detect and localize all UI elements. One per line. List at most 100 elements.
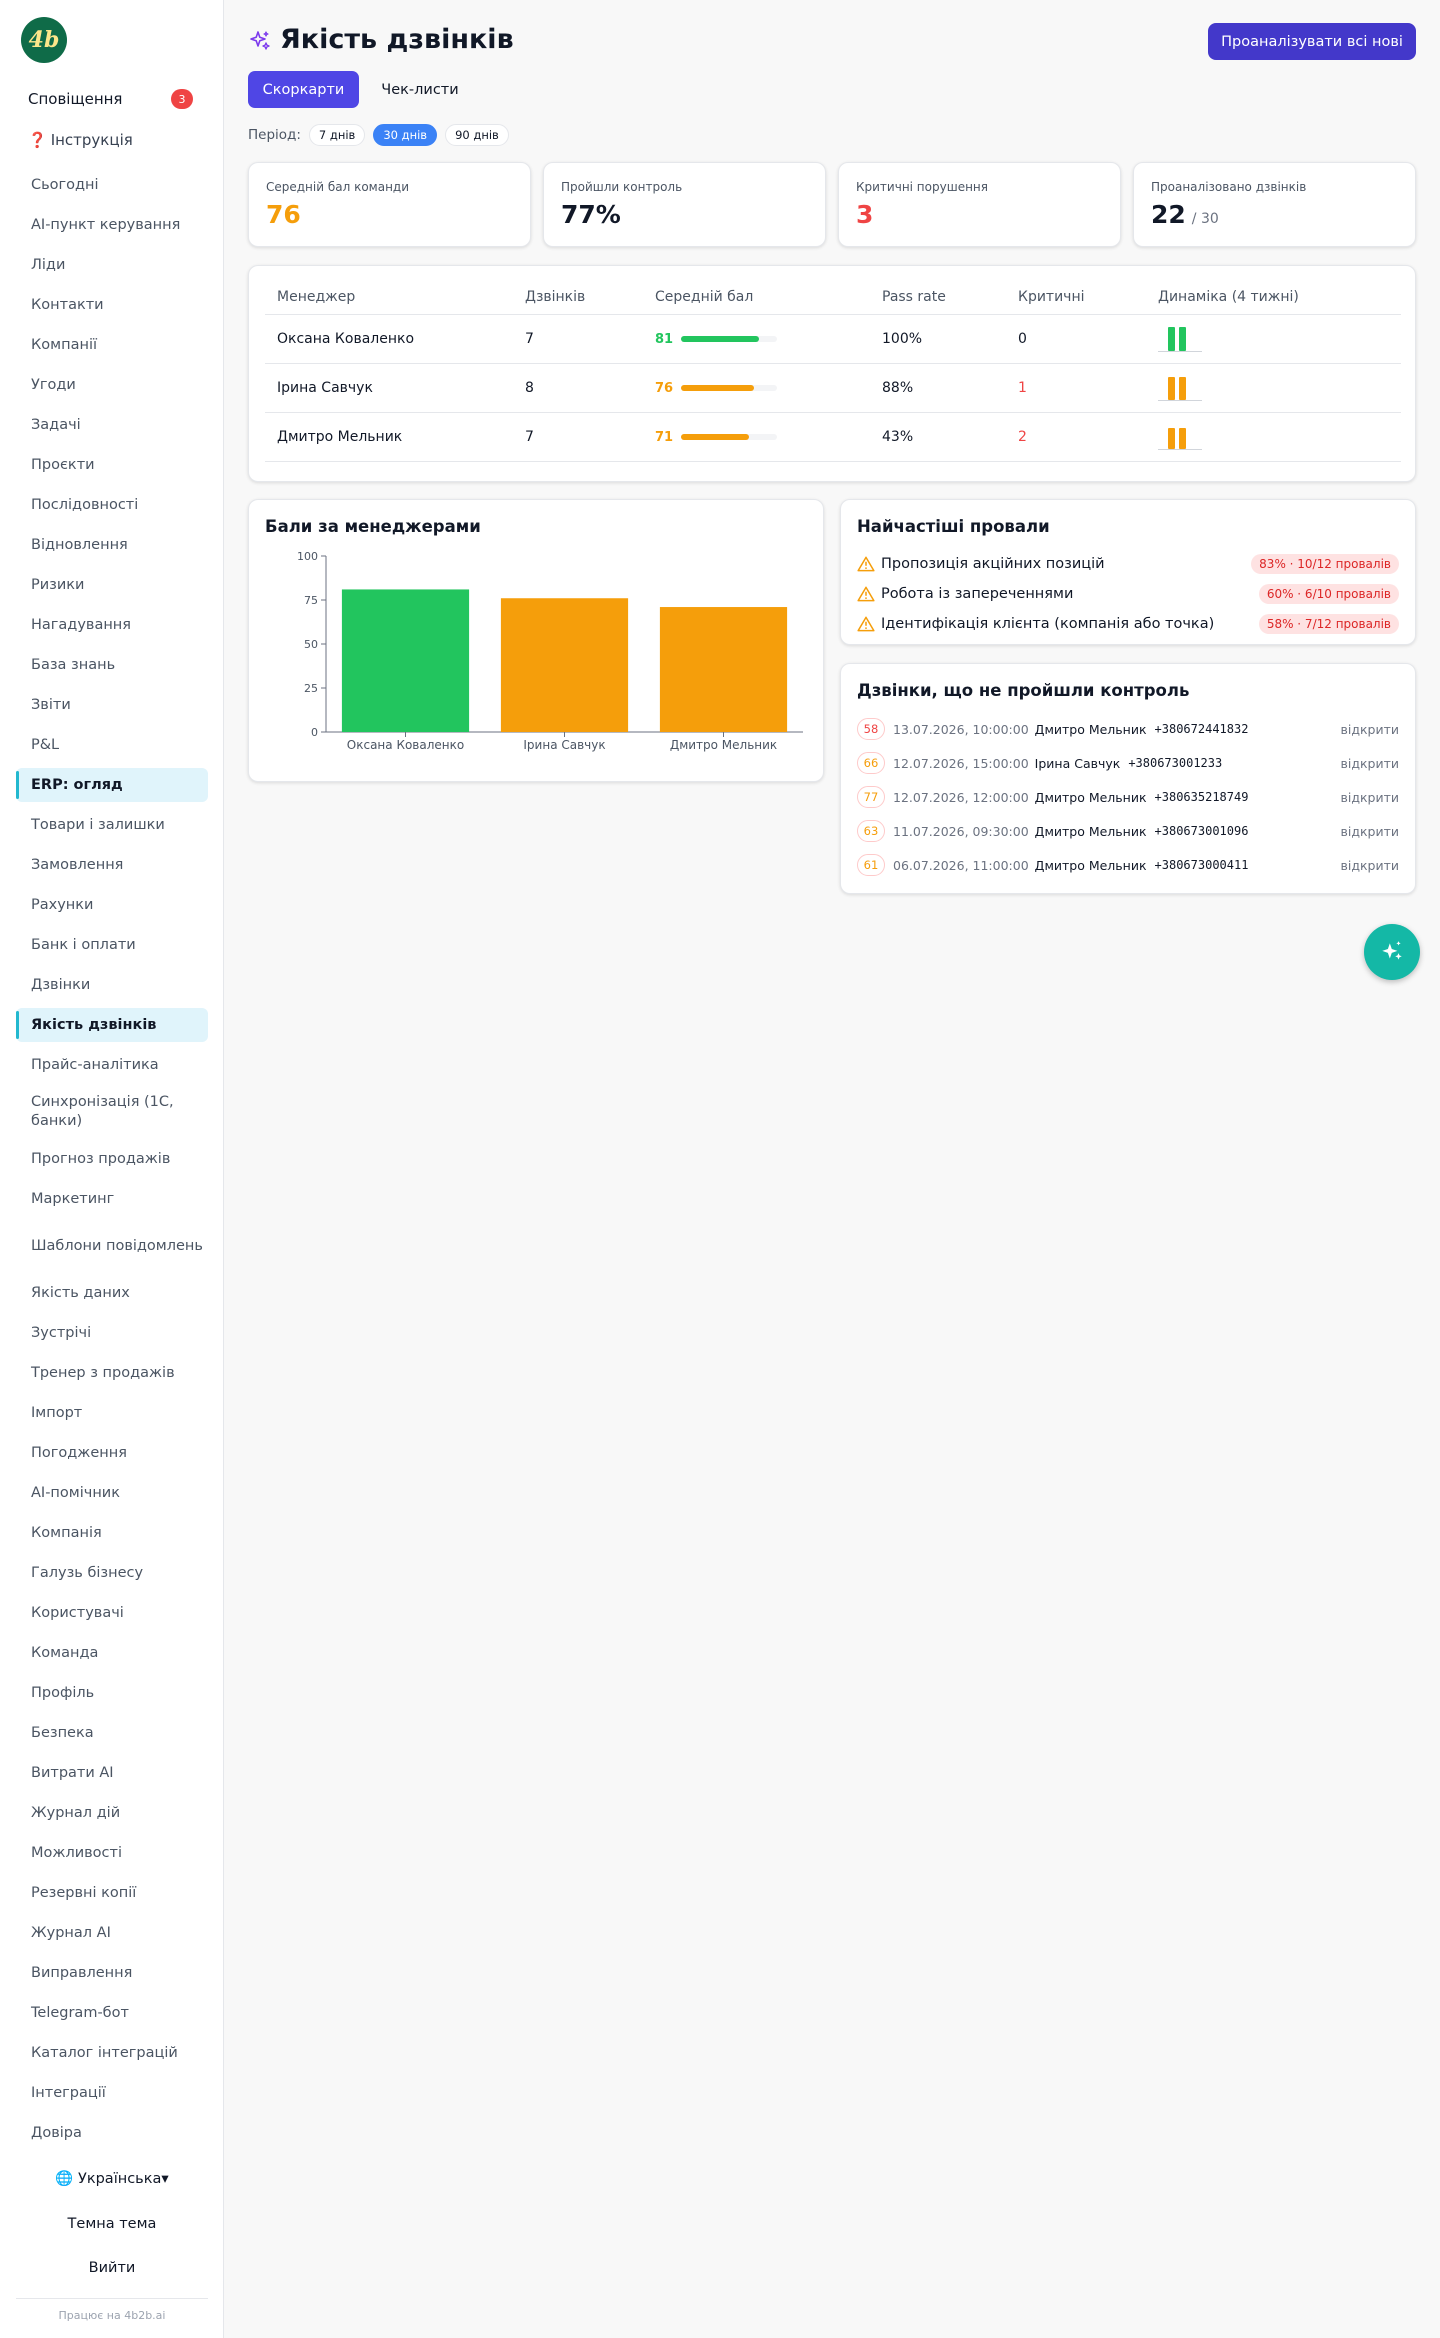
sidebar-item[interactable]: База знань bbox=[16, 648, 208, 682]
manager-name[interactable]: Оксана Коваленко bbox=[265, 314, 513, 364]
sidebar-item[interactable]: Послідовності bbox=[16, 488, 208, 522]
table-row[interactable]: Ірина Савчук 8 76 88% 1 bbox=[265, 363, 1401, 413]
sidebar-item[interactable]: Користувачі bbox=[16, 1596, 208, 1630]
sidebar-item[interactable]: Якість дзвінків bbox=[16, 1008, 208, 1042]
sidebar-item[interactable]: Ризики bbox=[16, 568, 208, 602]
sidebar-item[interactable]: Зустрічі bbox=[16, 1316, 208, 1350]
sidebar-item[interactable]: Імпорт bbox=[16, 1396, 208, 1430]
call-date: 12.07.2026, 15:00:00 bbox=[893, 755, 1029, 771]
sidebar-item[interactable]: Маркетинг bbox=[16, 1182, 208, 1216]
period-chip-30[interactable]: 30 днів bbox=[373, 124, 438, 146]
sidebar-item[interactable]: Прайс-аналітика bbox=[16, 1048, 208, 1082]
call-manager: Ірина Савчук bbox=[1034, 755, 1121, 771]
sidebar-item[interactable]: Погодження bbox=[16, 1436, 208, 1470]
sidebar-item[interactable]: Сьогодні bbox=[16, 168, 208, 202]
sidebar-item[interactable]: Контакти bbox=[16, 288, 208, 322]
sidebar-item[interactable]: Звіти bbox=[16, 688, 208, 722]
failed-call-row[interactable]: 58 13.07.2026, 10:00:00 Дмитро Мельник +380… bbox=[857, 717, 1399, 741]
failed-call-row[interactable]: 63 11.07.2026, 09:30:00 Дмитро Мельник +380… bbox=[857, 819, 1399, 843]
sidebar-item[interactable]: Синхронізація (1С, банки) bbox=[16, 1088, 208, 1136]
sidebar-item[interactable]: Нагадування bbox=[16, 608, 208, 642]
open-call-link[interactable]: відкрити bbox=[1341, 756, 1400, 771]
open-call-link[interactable]: відкрити bbox=[1341, 824, 1400, 839]
sidebar-item[interactable]: Тренер з продажів bbox=[16, 1356, 208, 1390]
col-manager: Менеджер bbox=[265, 280, 513, 315]
sidebar-item[interactable]: Каталог інтеграцій bbox=[16, 2036, 208, 2070]
call-manager: Дмитро Мельник bbox=[1034, 823, 1147, 839]
failed-call-row[interactable]: 66 12.07.2026, 15:00:00 Ірина Савчук +38067… bbox=[857, 751, 1399, 775]
sidebar-item[interactable]: Telegram-бот bbox=[16, 1996, 208, 2030]
x-tick-label: Дмитро Мельник bbox=[670, 738, 777, 752]
language-selector[interactable]: 🌐 Українська▾ bbox=[0, 2170, 224, 2187]
logo[interactable]: 4b bbox=[21, 17, 67, 63]
calls-count: 8 bbox=[513, 363, 643, 413]
analyze-all-button[interactable]: Проаналізувати всі нові bbox=[1208, 23, 1416, 60]
failed-call-row[interactable]: 77 12.07.2026, 12:00:00 Дмитро Мельник +380… bbox=[857, 785, 1399, 809]
sidebar-item[interactable]: Якість даних bbox=[16, 1276, 208, 1310]
table-row[interactable]: Оксана Коваленко 7 81 100% 0 bbox=[265, 314, 1401, 364]
notifications-link[interactable]: Сповіщення 3 bbox=[14, 84, 206, 114]
sidebar-item[interactable]: Угоди bbox=[16, 368, 208, 402]
logout-button[interactable]: Вийти bbox=[0, 2260, 224, 2276]
sidebar-item[interactable]: Виправлення bbox=[16, 1956, 208, 1990]
period-chip-90[interactable]: 90 днів bbox=[445, 124, 509, 146]
sidebar-item[interactable]: Відновлення bbox=[16, 528, 208, 562]
sidebar-item[interactable]: AI-пункт керування bbox=[16, 208, 208, 242]
period-filter: Період: 7 днів 30 днів 90 днів bbox=[248, 124, 509, 146]
sidebar-item[interactable]: Витрати AI bbox=[16, 1756, 208, 1790]
call-score-badge: 63 bbox=[857, 820, 885, 842]
sidebar-item[interactable]: Інтеграції bbox=[16, 2076, 208, 2110]
sidebar-item[interactable]: Прогноз продажів bbox=[16, 1142, 208, 1176]
sidebar-item[interactable]: Журнал дій bbox=[16, 1796, 208, 1830]
sidebar-item[interactable]: Безпека bbox=[16, 1716, 208, 1750]
sidebar-item[interactable]: Журнал AI bbox=[16, 1916, 208, 1950]
sidebar-item[interactable]: Галузь бізнесу bbox=[16, 1556, 208, 1590]
sidebar-item[interactable]: Дзвінки bbox=[16, 968, 208, 1002]
sidebar-item[interactable]: Компанії bbox=[16, 328, 208, 362]
sidebar-item[interactable]: Товари і залишки bbox=[16, 808, 208, 842]
manager-name[interactable]: Ірина Савчук bbox=[265, 363, 513, 413]
call-manager: Дмитро Мельник bbox=[1034, 857, 1147, 873]
sidebar-item[interactable]: Команда bbox=[16, 1636, 208, 1670]
critical-count: 1 bbox=[1006, 363, 1146, 413]
sidebar-item[interactable]: Рахунки bbox=[16, 888, 208, 922]
sidebar-item[interactable]: Ліди bbox=[16, 248, 208, 282]
ai-assistant-button[interactable] bbox=[1364, 924, 1420, 980]
sidebar-item[interactable]: Банк і оплати bbox=[16, 928, 208, 962]
sidebar-item[interactable]: Довіра bbox=[16, 2116, 208, 2150]
col-critical: Критичні bbox=[1006, 280, 1146, 315]
open-call-link[interactable]: відкрити bbox=[1341, 790, 1400, 805]
guide-link[interactable]: ❓ Інструкція bbox=[14, 126, 206, 154]
sidebar-item[interactable]: Профіль bbox=[16, 1676, 208, 1710]
sidebar-item[interactable]: AI-помічник bbox=[16, 1476, 208, 1510]
period-chip-7[interactable]: 7 днів bbox=[308, 124, 366, 146]
sidebar-item[interactable]: Резервні копії bbox=[16, 1876, 208, 1910]
sidebar-item[interactable]: Задачі bbox=[16, 408, 208, 442]
trend-cell bbox=[1146, 363, 1401, 413]
kpi-value: 76 bbox=[266, 200, 301, 229]
failed-call-row[interactable]: 61 06.07.2026, 11:00:00 Дмитро Мельник +380… bbox=[857, 853, 1399, 877]
tab-scorecards[interactable]: Скоркарти bbox=[248, 71, 359, 108]
open-call-link[interactable]: відкрити bbox=[1341, 722, 1400, 737]
tab-checklists[interactable]: Чек-листи bbox=[368, 71, 472, 108]
theme-toggle[interactable]: Темна тема bbox=[0, 2216, 224, 2232]
sidebar-item[interactable]: P&L bbox=[16, 728, 208, 762]
failure-label: Ідентифікація клієнта (компанія або точк… bbox=[881, 616, 1215, 632]
manager-name[interactable]: Дмитро Мельник bbox=[265, 412, 513, 462]
avg-score-cell: 71 bbox=[643, 412, 870, 462]
call-score-badge: 58 bbox=[857, 718, 885, 740]
sidebar-item[interactable]: Компанія bbox=[16, 1516, 208, 1550]
failure-item: Ідентифікація клієнта (компанія або точк… bbox=[857, 612, 1399, 636]
table-row[interactable]: Дмитро Мельник 7 71 43% 2 bbox=[265, 412, 1401, 462]
sidebar-item[interactable]: Можливості bbox=[16, 1836, 208, 1870]
sidebar-item[interactable]: Проєкти bbox=[16, 448, 208, 482]
sidebar-item[interactable]: Шаблони повідомлень bbox=[16, 1222, 208, 1270]
warning-icon bbox=[857, 556, 875, 572]
calls-count: 7 bbox=[513, 412, 643, 462]
failure-item: Робота із запереченнями 60% · 6/10 провал… bbox=[857, 582, 1399, 606]
open-call-link[interactable]: відкрити bbox=[1341, 858, 1400, 873]
sidebar-item[interactable]: Замовлення bbox=[16, 848, 208, 882]
score-value: 71 bbox=[655, 429, 674, 445]
sidebar-item[interactable]: ERP: огляд bbox=[16, 768, 208, 802]
kpi-card-avg-score: Середній бал команди 76 bbox=[248, 162, 531, 247]
